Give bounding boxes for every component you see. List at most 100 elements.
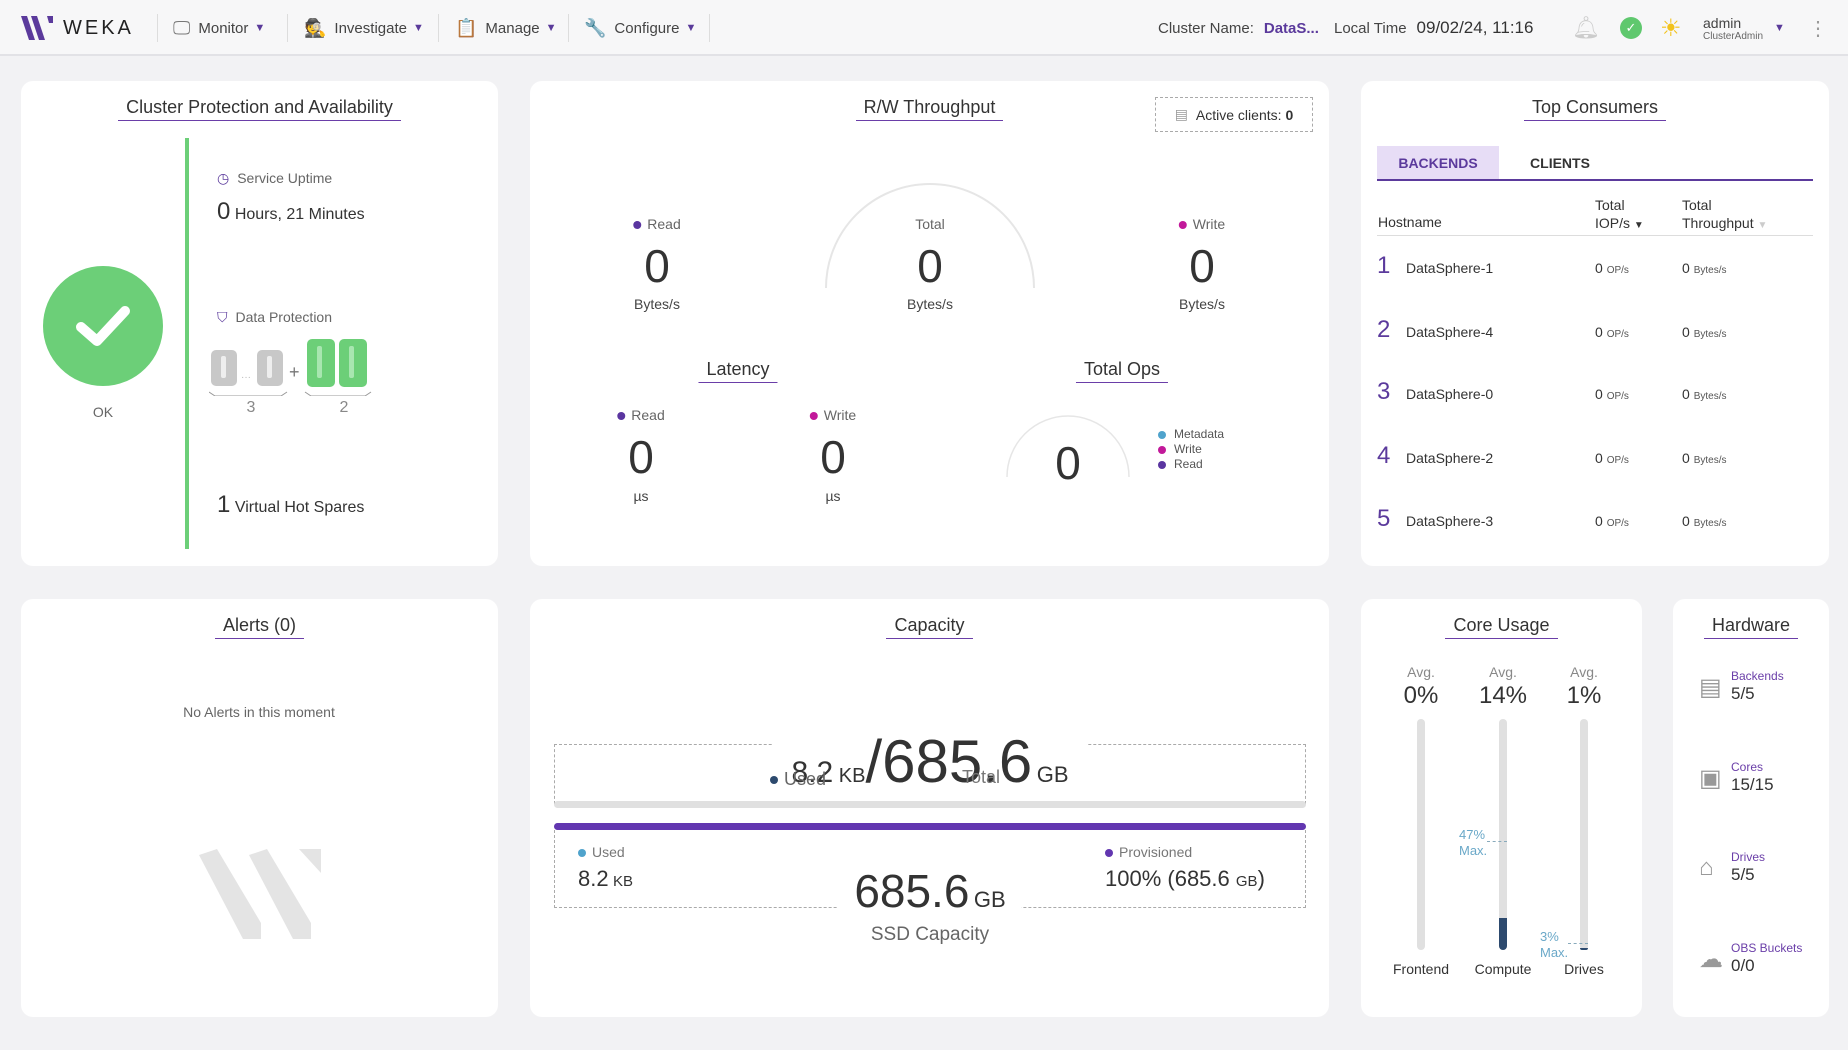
avg-value: 0%: [1403, 682, 1439, 709]
protection-scheme-diagram: ··· +: [209, 339, 372, 396]
tab-underline: [1377, 179, 1813, 181]
local-time-value: 09/02/24, 11:16: [1416, 18, 1534, 37]
cluster-name-value[interactable]: DataS...: [1264, 20, 1319, 37]
core-usage-card: Core Usage Avg. 0% Frontend Avg. 14% Comp…: [1361, 599, 1642, 1017]
iops-value: 0 OP/s: [1595, 260, 1629, 276]
data-protection-label: Data Protection: [235, 309, 333, 325]
svg-text:+: +: [289, 362, 300, 382]
alerts-card: Alerts (0) No Alerts in this moment: [21, 599, 498, 1017]
card-title: Capacity: [886, 615, 973, 639]
max-marker: [1487, 841, 1507, 843]
column-iops[interactable]: Total IOP/s ▼: [1595, 196, 1655, 235]
ssd-capacity-label: SSD Capacity: [870, 924, 990, 945]
read-label: Read: [633, 216, 681, 232]
iops-value: 0 OP/s: [1595, 450, 1629, 466]
user-name: admin: [1703, 14, 1742, 31]
hardware-label: Backends: [1731, 669, 1784, 683]
max-label: 47% Max.: [1459, 827, 1488, 859]
table-row[interactable]: 3 DataSphere-0 0 OP/s 0 Bytes/s: [1377, 378, 1813, 422]
tab-clients[interactable]: CLIENTS: [1499, 146, 1621, 179]
card-title[interactable]: Alerts (0): [214, 615, 304, 639]
status-line: [185, 138, 189, 549]
provisioned-bar-fill: [554, 823, 1306, 830]
nav-manage[interactable]: 📋 Manage ▼: [455, 0, 557, 56]
core-bar-fill: [1580, 947, 1588, 950]
provisioned-bar-track: [554, 823, 1306, 830]
user-role: ClusterAdmin: [1703, 30, 1764, 42]
local-time-label: Local Time: [1334, 19, 1407, 37]
bell-icon[interactable]: 🔔︎: [1572, 0, 1600, 56]
total-value: 0: [917, 240, 943, 292]
nav-investigate[interactable]: 🕵 Investigate ▼: [304, 0, 424, 56]
nav-configure[interactable]: 🔧 Configure ▼: [584, 0, 696, 56]
table-row[interactable]: 2 DataSphere-4 0 OP/s 0 Bytes/s: [1377, 316, 1813, 360]
hostname: DataSphere-3: [1406, 513, 1494, 529]
svg-text:···: ···: [241, 372, 251, 383]
clock-icon: ◷: [217, 170, 230, 186]
table-row[interactable]: 4 DataSphere-2 0 OP/s 0 Bytes/s: [1377, 442, 1813, 486]
sort-icon: ▼: [1757, 220, 1768, 231]
hardware-label: Cores: [1731, 760, 1764, 774]
hardware-value: 15/15: [1731, 775, 1774, 794]
latency-write-value: 0: [820, 431, 846, 483]
user-menu[interactable]: admin ClusterAdmin: [1703, 0, 1763, 56]
chevron-down-icon: ▼: [412, 22, 424, 34]
chevron-down-icon: ▼: [254, 22, 266, 34]
monitor-icon: 🖵: [173, 17, 191, 38]
card-title: Cluster Protection and Availability: [118, 97, 401, 121]
max-marker: [1568, 943, 1588, 945]
hardware-label: OBS Buckets: [1731, 941, 1803, 955]
drive-icon: ⌂: [1699, 854, 1714, 881]
total-unit: Bytes/s: [907, 296, 953, 312]
hardware-item[interactable]: ▤ Backends 5/5: [1699, 669, 1824, 713]
hardware-item[interactable]: ▣ Cores 15/15: [1699, 760, 1824, 804]
throughput-value: 0 Bytes/s: [1682, 260, 1727, 276]
avg-label: Avg.: [1570, 664, 1598, 680]
table-row[interactable]: 1 DataSphere-1 0 OP/s 0 Bytes/s: [1377, 252, 1813, 296]
avg-label: Avg.: [1407, 664, 1435, 680]
rank: 2: [1377, 316, 1391, 343]
cluster-name-label: Cluster Name:: [1158, 19, 1254, 37]
sort-icon: ▼: [1633, 220, 1644, 231]
chevron-down-icon[interactable]: ▼: [1768, 0, 1785, 56]
top-nav-bar: WEKA 🖵 Monitor ▼ 🕵 Investigate ▼ 📋 Manage ▼ 🔧 C…: [0, 0, 1848, 56]
throughput-value: 0 Bytes/s: [1682, 450, 1727, 466]
provisioned-value: 100% (685.6 GB): [1105, 866, 1265, 891]
latency-read-value: 0: [628, 431, 654, 483]
core-bar-compute: [1499, 719, 1507, 950]
hardware-item[interactable]: ☁ OBS Buckets 0/0: [1699, 941, 1824, 985]
avg-label: Avg.: [1489, 664, 1517, 680]
iops-value: 0 OP/s: [1595, 324, 1629, 340]
cluster-status-icon[interactable]: ✓: [1620, 0, 1642, 56]
read-value: 0: [644, 240, 670, 292]
hardware-card: Hardware ▤ Backends 5/5 ▣ Cores 15/15 ⌂ …: [1673, 599, 1829, 1017]
total-ops-title: Total Ops: [1075, 359, 1169, 383]
divider: [157, 14, 158, 42]
core-label: Compute: [1474, 961, 1532, 977]
throughput-card: R/W Throughput ▤ Active clients: 0 Read 0 …: [530, 81, 1329, 566]
nav-monitor[interactable]: 🖵 Monitor ▼: [173, 0, 265, 56]
latency-read-unit: µs: [633, 488, 649, 504]
capacity-card: Capacity 8.2 KB/685.6 GB Used Total Used…: [530, 599, 1329, 1017]
divider: [709, 14, 710, 42]
status-label: OK: [92, 404, 114, 420]
sun-theme-icon[interactable]: ☀: [1660, 0, 1682, 56]
total-ops-value: 0: [1055, 437, 1081, 489]
total-caption: Total: [962, 767, 1001, 787]
active-clients-value: 0: [1285, 106, 1294, 123]
table-row[interactable]: 5 DataSphere-3 0 OP/s 0 Bytes/s: [1377, 505, 1813, 549]
column-throughput[interactable]: Total Throughput ▼: [1682, 196, 1772, 235]
weka-logo[interactable]: WEKA: [21, 0, 134, 56]
hardware-item[interactable]: ⌂ Drives 5/5: [1699, 850, 1824, 894]
throughput-value: 0 Bytes/s: [1682, 513, 1727, 529]
divider: [438, 14, 439, 42]
kebab-menu-icon[interactable]: ⋮: [1808, 0, 1828, 56]
tab-backends[interactable]: BACKENDS: [1377, 146, 1499, 179]
active-clients-box[interactable]: ▤ Active clients: 0: [1155, 97, 1313, 132]
nav-label: Monitor: [198, 19, 249, 37]
card-title: Hardware: [1703, 615, 1799, 639]
top-consumers-card: Top Consumers BACKENDS CLIENTS Hostname …: [1361, 81, 1829, 566]
hardware-label: Drives: [1731, 850, 1766, 864]
write-unit: Bytes/s: [1179, 296, 1225, 312]
weka-watermark-icon: [199, 849, 321, 939]
